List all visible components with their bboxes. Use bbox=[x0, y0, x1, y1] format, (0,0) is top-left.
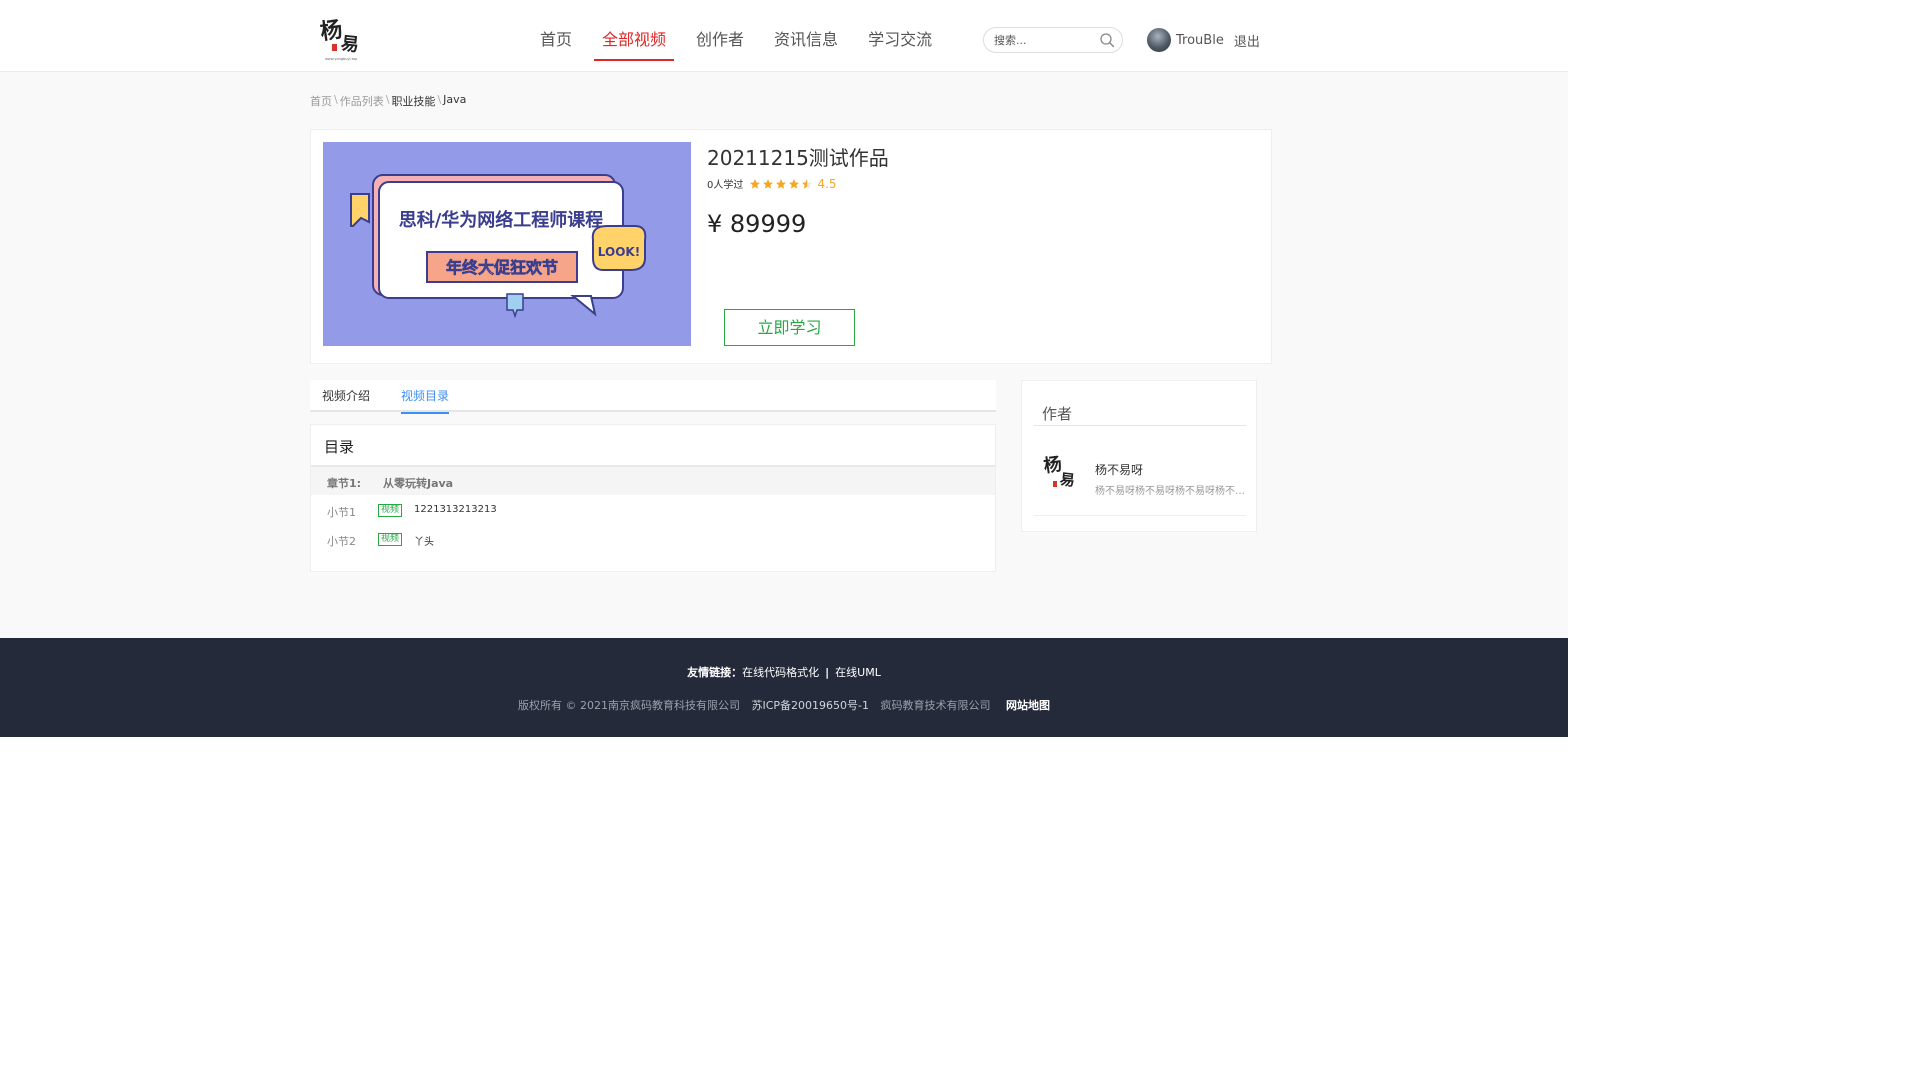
tab-video-catalog[interactable]: 视频目录 bbox=[401, 380, 450, 414]
breadcrumb-separator: \ bbox=[437, 93, 442, 106]
author-avatar[interactable]: 杨 易 bbox=[1038, 445, 1084, 501]
rating-value: 4.5 bbox=[817, 176, 837, 191]
main-content: 首页 \ 作品列表 \ 职业技能 \ Java 思科/华为网络工程师课程 年终大… bbox=[0, 72, 1568, 638]
footer-link-uml[interactable]: 在线UML bbox=[835, 666, 881, 679]
author-bottom-divider bbox=[1034, 515, 1246, 516]
friend-links-label: 友情链接： bbox=[687, 666, 743, 679]
author-card: 作者 杨 易 杨不易呀 杨不易呀杨不易呀杨不易呀杨不易呀杨不易呀 bbox=[1021, 380, 1257, 532]
catalog-panel: 目录 章节1: 从零玩转Java 小节1 视频 1221313213213 小节… bbox=[310, 424, 996, 572]
chapter-row[interactable]: 章节1: 从零玩转Java bbox=[311, 467, 995, 495]
svg-text:www.yangbuyi.top: www.yangbuyi.top bbox=[325, 57, 358, 61]
main-nav: 首页 全部视频 创作者 资讯信息 学习交流 bbox=[532, 0, 954, 72]
cover-headline: 思科/华为网络工程师课程 bbox=[399, 209, 604, 231]
tab-video-intro[interactable]: 视频介绍 bbox=[322, 380, 370, 412]
top-header: 杨 易 www.yangbuyi.top 首页 全部视频 创作者 资讯信息 学习… bbox=[0, 0, 1568, 72]
star-full-icon bbox=[776, 178, 787, 189]
user-area: TrouBle 退出 bbox=[1147, 27, 1260, 53]
cover-subline: 年终大促狂欢节 bbox=[446, 258, 558, 277]
chapter-label: 章节1: bbox=[327, 477, 362, 490]
svg-text:易: 易 bbox=[340, 33, 360, 56]
breadcrumb: 首页 \ 作品列表 \ 职业技能 \ Java bbox=[310, 93, 466, 109]
breadcrumb-separator: \ bbox=[385, 93, 390, 106]
author-divider bbox=[1034, 425, 1246, 426]
breadcrumb-home[interactable]: 首页 bbox=[310, 93, 332, 109]
course-card: 思科/华为网络工程师课程 年终大促狂欢节 LOOK! 20211215测试作品 … bbox=[310, 129, 1272, 364]
star-half-icon bbox=[802, 178, 813, 189]
cover-sticker: LOOK! bbox=[598, 245, 640, 259]
user-name[interactable]: TrouBle bbox=[1176, 33, 1224, 48]
site-logo[interactable]: 杨 易 www.yangbuyi.top bbox=[311, 6, 371, 66]
section-label: 小节2 bbox=[327, 535, 356, 548]
breadcrumb-subcategory[interactable]: Java bbox=[443, 93, 466, 109]
friend-links: 友情链接：在线代码格式化 | 在线UML bbox=[0, 664, 1568, 680]
breadcrumb-separator: \ bbox=[334, 93, 338, 106]
nav-all-videos[interactable]: 全部视频 bbox=[594, 0, 675, 72]
section-row[interactable]: 小节2 视频 丫头 bbox=[311, 525, 995, 553]
course-title: 20211215测试作品 bbox=[707, 146, 889, 170]
nav-home[interactable]: 首页 bbox=[532, 0, 580, 72]
course-price: ¥ 89999 bbox=[707, 210, 807, 238]
svg-text:易: 易 bbox=[1059, 470, 1076, 489]
course-meta: 0人学过 4.5 bbox=[707, 176, 837, 192]
video-badge: 视频 bbox=[378, 504, 403, 517]
course-cover-image: 思科/华为网络工程师课程 年终大促狂欢节 LOOK! bbox=[323, 142, 691, 346]
brand-logo-icon: 杨 易 www.yangbuyi.top bbox=[319, 17, 360, 61]
icp-link[interactable]: 苏ICP备20019650号-1 bbox=[751, 699, 869, 712]
video-badge: 视频 bbox=[378, 533, 403, 546]
svg-text:杨: 杨 bbox=[319, 17, 344, 46]
author-name[interactable]: 杨不易呀 bbox=[1095, 461, 1143, 478]
logout-link[interactable]: 退出 bbox=[1234, 31, 1260, 50]
course-tabs: 视频介绍 视频目录 bbox=[310, 380, 996, 414]
start-learning-button[interactable]: 立即学习 bbox=[724, 309, 855, 346]
author-description: 杨不易呀杨不易呀杨不易呀杨不易呀杨不易呀 bbox=[1095, 486, 1245, 497]
copyright-text: 版权所有 © 2021南京疯码教育科技有限公司 bbox=[517, 699, 740, 712]
star-full-icon bbox=[789, 178, 800, 189]
search-input[interactable] bbox=[994, 32, 1094, 48]
link-separator: | bbox=[825, 666, 830, 679]
sitemap-link[interactable]: 网站地图 bbox=[1006, 699, 1050, 712]
company-name: 疯码教育技术有限公司 bbox=[880, 699, 991, 712]
section-name[interactable]: 丫头 bbox=[414, 533, 434, 548]
rating-stars bbox=[749, 178, 814, 190]
footer-link-code-format[interactable]: 在线代码格式化 bbox=[742, 666, 819, 679]
catalog-title: 目录 bbox=[324, 438, 355, 456]
nav-creators[interactable]: 创作者 bbox=[688, 0, 752, 72]
author-heading: 作者 bbox=[1042, 405, 1073, 423]
learner-count: 0人学过 bbox=[707, 180, 744, 191]
section-label: 小节1 bbox=[327, 506, 356, 519]
chapter-name: 从零玩转Java bbox=[383, 477, 454, 490]
star-full-icon bbox=[763, 178, 774, 189]
star-full-icon bbox=[750, 178, 761, 189]
section-name[interactable]: 1221313213213 bbox=[414, 504, 497, 515]
breadcrumb-category[interactable]: 职业技能 bbox=[391, 93, 435, 109]
search-icon[interactable] bbox=[1099, 32, 1115, 48]
copyright-line: 版权所有 © 2021南京疯码教育科技有限公司 苏ICP备20019650号-1… bbox=[0, 697, 1568, 713]
avatar[interactable] bbox=[1147, 28, 1171, 52]
nav-community[interactable]: 学习交流 bbox=[860, 0, 940, 72]
breadcrumb-works-list[interactable]: 作品列表 bbox=[340, 93, 384, 109]
search-box bbox=[983, 27, 1123, 53]
nav-news[interactable]: 资讯信息 bbox=[766, 0, 846, 72]
section-row[interactable]: 小节1 视频 1221313213213 bbox=[311, 496, 995, 524]
cover-illustration: 思科/华为网络工程师课程 年终大促狂欢节 LOOK! bbox=[323, 142, 691, 346]
site-footer: 友情链接：在线代码格式化 | 在线UML 版权所有 © 2021南京疯码教育科技有限… bbox=[0, 638, 1568, 737]
